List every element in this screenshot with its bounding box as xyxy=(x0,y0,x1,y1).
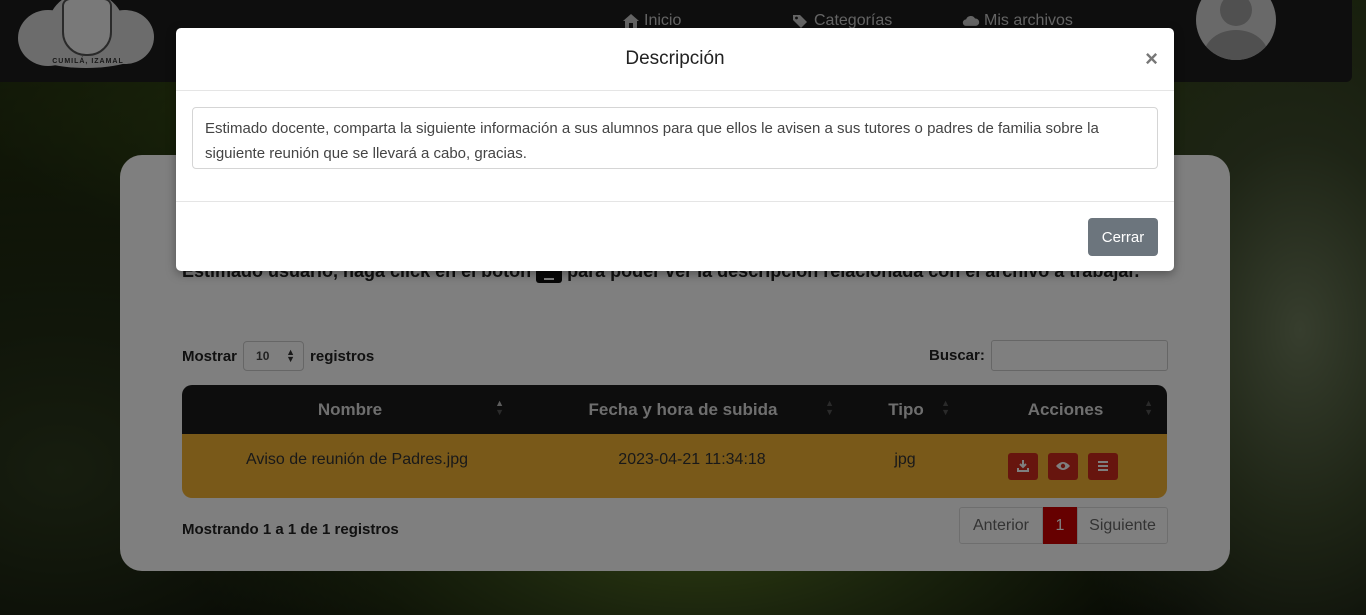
description-textarea[interactable]: Estimado docente, comparta la siguiente … xyxy=(192,107,1158,169)
modal-header: Descripción × xyxy=(176,28,1174,91)
close-icon[interactable]: × xyxy=(1145,46,1158,72)
description-modal: Descripción × Estimado docente, comparta… xyxy=(176,28,1174,271)
close-button[interactable]: Cerrar xyxy=(1088,218,1158,256)
modal-body: Estimado docente, comparta la siguiente … xyxy=(176,91,1174,202)
modal-title: Descripción xyxy=(625,48,725,69)
modal-footer: Cerrar xyxy=(176,202,1174,271)
